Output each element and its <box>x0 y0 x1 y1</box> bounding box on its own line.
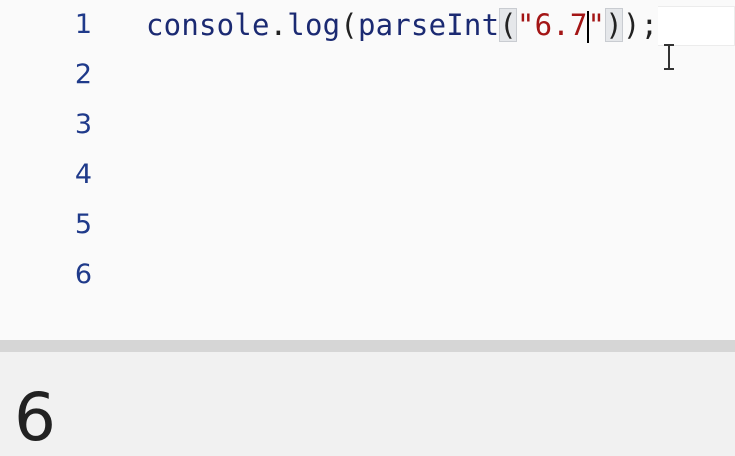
line-number-4: 4 <box>74 159 92 190</box>
code-function-token: parseInt <box>357 8 500 42</box>
code-string-close-quote-token: " <box>587 8 606 42</box>
code-dot-token: . <box>269 8 288 42</box>
line-number-3: 3 <box>74 109 92 140</box>
line-number-2: 2 <box>74 59 92 90</box>
console-output-pane: 6 <box>0 352 735 456</box>
line-number-6: 6 <box>74 259 92 290</box>
code-matched-close-paren-token: ) <box>605 8 623 42</box>
code-method-token: log <box>287 8 341 42</box>
line-number-1: 1 <box>74 9 92 40</box>
ibeam-cursor-icon <box>664 44 674 70</box>
line-number-gutter: 1 2 3 4 5 6 <box>0 0 120 340</box>
pane-divider[interactable] <box>0 340 735 352</box>
code-editor[interactable]: 1 2 3 4 5 6 console.log(parseInt("6.7"))… <box>0 0 735 340</box>
code-matched-open-paren-token: ( <box>499 8 517 42</box>
code-string-token: "6.7 <box>516 8 588 42</box>
screen: 1 2 3 4 5 6 console.log(parseInt("6.7"))… <box>0 0 735 456</box>
code-close-paren-token: ) <box>622 8 641 42</box>
code-semicolon-token: ; <box>640 8 659 42</box>
line-number-5: 5 <box>74 209 92 240</box>
code-line-1[interactable]: console.log(parseInt("6.7")); <box>146 0 659 50</box>
code-object-token: console <box>146 8 270 42</box>
code-open-paren-token: ( <box>340 8 358 42</box>
console-output-text: 6 <box>14 379 56 456</box>
